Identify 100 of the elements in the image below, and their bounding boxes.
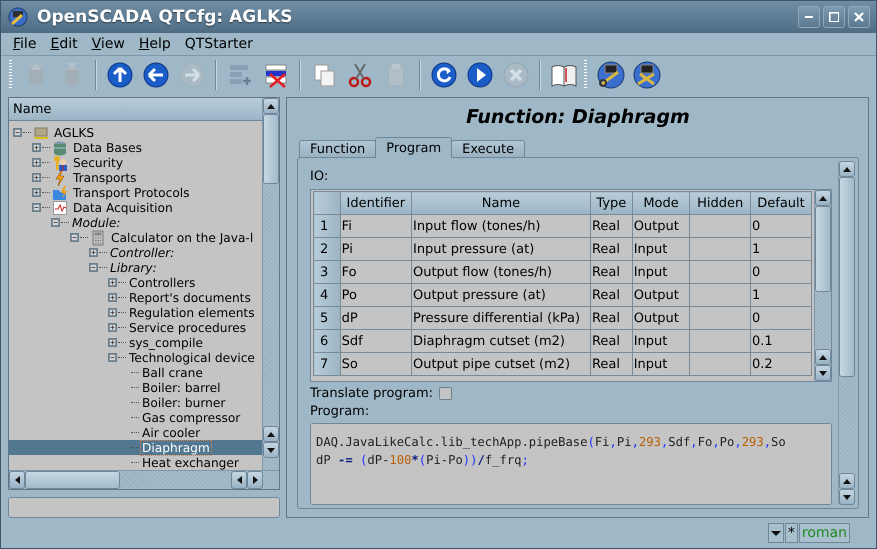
tree-item[interactable]: Transports [9,170,262,186]
dropdown-button[interactable] [768,523,784,544]
tree-item[interactable]: Technological device [9,350,262,366]
tree-item[interactable]: Regulation elements [9,305,262,320]
tab[interactable]: Execute [451,140,526,158]
tree-item[interactable]: Gas compressor [9,410,262,426]
expand-icon[interactable] [108,293,117,302]
tree-item[interactable]: Service procedures [9,320,262,336]
collapse-icon[interactable] [13,128,22,138]
scroll-thumb[interactable] [263,114,279,184]
station-icon [33,124,49,141]
column-header[interactable]: Name [9,98,262,122]
tree-item[interactable]: Controllers [9,275,262,290]
expand-icon[interactable] [108,308,117,318]
row-header[interactable]: 7 [314,352,340,376]
tree-item[interactable]: Heat exchanger [9,455,262,470]
close-button[interactable] [848,6,870,28]
column-header[interactable]: Hidden [690,192,750,215]
scroll-up-button[interactable] [263,426,279,442]
database-icon [52,140,68,156]
column-header[interactable]: Type [590,192,632,215]
scroll-up-button[interactable] [839,473,855,490]
tree-item[interactable]: Report's documents [9,290,262,306]
table-cell [690,284,750,307]
collapse-icon[interactable] [70,233,79,242]
column-header[interactable]: Identifier [340,192,412,215]
scroll-up-button[interactable] [815,349,831,366]
collapse-icon[interactable] [89,263,98,272]
translate-checkbox[interactable] [439,387,452,400]
scroll-up-button[interactable] [263,98,279,114]
scrollbar[interactable] [9,470,279,490]
io-label: IO: [310,168,330,186]
table-cell: Real [590,238,632,261]
tree-item[interactable]: Boiler: barrel [9,380,262,396]
table-cell: dP [340,306,412,330]
expand-icon[interactable] [108,278,117,288]
scrollbar[interactable] [838,161,855,506]
scrollbar[interactable] [262,98,279,470]
table-cell: Pressure differential (kPa) [411,306,590,330]
maximize-button[interactable] [823,6,845,28]
scroll-left-button[interactable] [9,471,25,490]
table-cell: 1 [750,284,812,307]
expand-icon[interactable] [32,158,41,168]
scroll-thumb[interactable] [25,471,120,490]
scroll-thumb[interactable] [815,206,831,292]
tree-item[interactable]: AGLKS [9,125,262,140]
expand-icon[interactable] [32,188,41,198]
tree-item[interactable]: Transport Protocols [9,185,262,200]
scroll-up-button[interactable] [839,161,855,178]
collapse-icon[interactable] [32,203,41,212]
tab[interactable]: Program [375,137,452,158]
table-cell: Real [590,352,632,376]
tree-item[interactable]: Security [9,155,262,170]
tree-item[interactable]: Library: [9,260,262,276]
tree-item[interactable]: Ball crane [9,365,262,380]
table-cell: 1 [750,238,812,261]
tree-item[interactable]: sys_compile [9,335,262,350]
scroll-up-button[interactable] [815,190,831,206]
column-header[interactable]: Name [411,192,590,215]
program-editor[interactable]: DAQ.JavaLikeCalc.lib_techApp.pipeBase(Fi,Pi,293,Sdf,Fo,Po,293,So dP -= (dP-100*(Pi-Po))/f_frq; [310,423,832,506]
expand-icon[interactable] [108,338,117,348]
row-header[interactable]: 1 [314,214,340,238]
tree-item[interactable]: Module: [9,215,262,230]
tree-item[interactable]: Controller: [9,245,262,260]
tree-item[interactable]: Data Acquisition [9,200,262,216]
expand-icon[interactable] [108,323,117,332]
collapse-icon[interactable] [108,353,117,362]
menu-item[interactable]: File [7,34,42,53]
scroll-down-button[interactable] [815,365,831,382]
tree-item[interactable]: Diaphragm [9,440,262,456]
minimize-button[interactable] [798,6,820,28]
expand-icon[interactable] [32,173,41,182]
menu-item[interactable]: Help [132,34,177,53]
scroll-left-button[interactable] [231,471,247,490]
expand-icon[interactable] [89,248,98,258]
scroll-thumb[interactable] [839,177,855,378]
caret-icon [770,530,781,536]
scroll-down-button[interactable] [263,442,279,458]
row-header[interactable]: 4 [314,284,340,307]
tree-item[interactable]: Calculator on the Java-l [9,230,262,246]
row-header[interactable]: 2 [314,238,340,261]
row-header[interactable]: 6 [314,330,340,353]
column-header[interactable]: Default [750,192,812,215]
menu-item[interactable]: View [86,34,131,53]
expand-icon[interactable] [32,143,41,152]
program-label: Program: [310,402,370,420]
menu-item[interactable]: Edit [44,34,84,53]
scroll-down-button[interactable] [839,489,855,506]
tab[interactable]: Function [299,140,376,158]
scroll-right-button[interactable] [247,471,263,490]
column-header[interactable]: Mode [632,192,690,215]
scrollbar[interactable] [814,190,831,382]
collapse-icon[interactable] [51,218,60,228]
menu-item[interactable]: QTStarter [178,34,259,53]
row-header[interactable]: 3 [314,260,340,284]
tree-item[interactable]: Boiler: burner [9,395,262,410]
tree-item[interactable]: Data Bases [9,140,262,156]
triangle-up-icon [267,432,275,437]
tree-item[interactable]: Air cooler [9,425,262,440]
row-header[interactable]: 5 [314,306,340,330]
